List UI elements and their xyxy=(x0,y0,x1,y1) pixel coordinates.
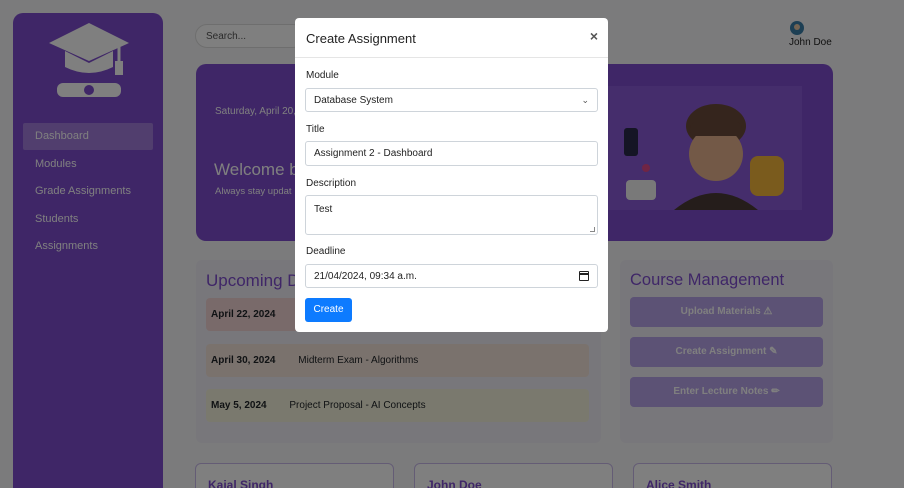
resize-handle-icon[interactable] xyxy=(590,227,595,232)
calendar-icon[interactable] xyxy=(579,271,589,281)
create-assignment-modal: Create Assignment × Module Database Syst… xyxy=(295,18,608,332)
close-icon[interactable]: × xyxy=(590,28,598,44)
deadline-label: Deadline xyxy=(306,246,346,257)
description-value: Test xyxy=(314,204,333,215)
description-textarea[interactable]: Test xyxy=(305,195,598,235)
modal-title: Create Assignment xyxy=(306,31,416,46)
module-selected-value: Database System xyxy=(314,94,393,106)
create-button[interactable]: Create xyxy=(305,298,352,322)
title-label: Title xyxy=(306,124,325,135)
deadline-value: 21/04/2024, 09:34 a.m. xyxy=(314,270,417,282)
modal-header: Create Assignment × xyxy=(295,18,608,58)
module-select[interactable]: Database System ⌄ xyxy=(305,88,598,112)
description-label: Description xyxy=(306,178,357,189)
module-label: Module xyxy=(306,70,339,81)
title-input[interactable]: Assignment 2 - Dashboard xyxy=(305,141,598,166)
deadline-input[interactable]: 21/04/2024, 09:34 a.m. xyxy=(305,264,598,288)
chevron-down-icon: ⌄ xyxy=(581,94,589,105)
